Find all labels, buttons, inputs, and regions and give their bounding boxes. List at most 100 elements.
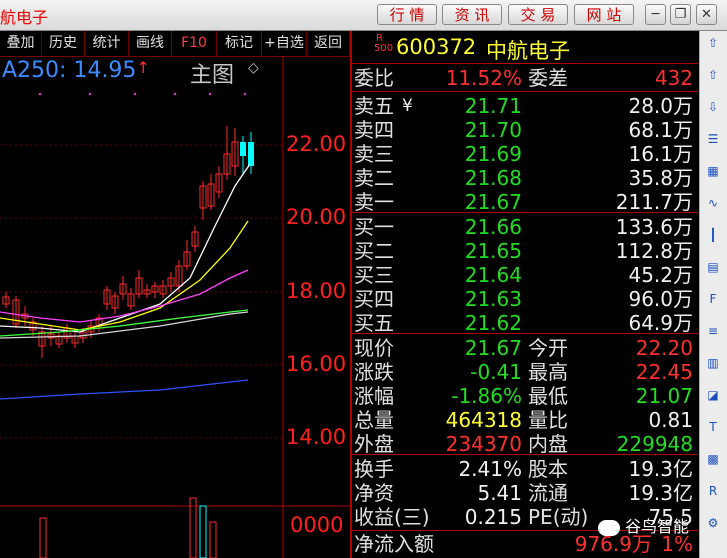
candle-icon[interactable]: ┃: [703, 226, 723, 244]
doc-icon[interactable]: ≡: [703, 322, 723, 340]
ask-level-label: 卖一: [354, 190, 394, 214]
tx-icon[interactable]: T: [703, 418, 723, 436]
restore-icon[interactable]: ❐: [670, 4, 691, 25]
rsi-icon[interactable]: R: [703, 482, 723, 500]
stat-label: 内盘: [528, 432, 568, 456]
ask-price: 21.71: [464, 94, 522, 118]
bid-volume: 96.0万: [628, 287, 693, 311]
bid-price: 21.62: [464, 311, 522, 335]
bid-price: 21.66: [464, 215, 522, 239]
stat-value: -1.86%: [451, 384, 522, 408]
trade-button[interactable]: 交 易: [508, 4, 568, 25]
divider: [350, 63, 698, 64]
stat-label: 涨跌: [354, 360, 394, 384]
stats-icon[interactable]: ▥: [703, 354, 723, 372]
y-tick-label: 18.00: [286, 279, 347, 303]
draw-line-button[interactable]: 画线: [129, 31, 172, 56]
ask-level-label: 卖四: [354, 118, 394, 142]
stat-value: 21.67: [464, 336, 522, 360]
fin-value: 19.3亿: [628, 481, 693, 505]
line-chart-icon[interactable]: ∿: [703, 194, 723, 212]
bid-volume: 64.9万: [628, 311, 693, 335]
bid-volume: 133.6万: [615, 215, 693, 239]
stat-value: 464318: [445, 408, 522, 432]
news-button[interactable]: 资 讯: [442, 4, 502, 25]
minimize-icon[interactable]: ─: [645, 4, 666, 25]
fin-value: 0.215: [464, 505, 522, 529]
mark-button[interactable]: 标记: [217, 31, 262, 56]
f10-icon[interactable]: F: [703, 290, 723, 308]
marker-dot: [38, 92, 42, 96]
bid-price: 21.65: [464, 239, 522, 263]
fin-label: 股本: [528, 457, 568, 481]
stat-value: 21.07: [635, 384, 693, 408]
list-icon[interactable]: ☰: [703, 130, 723, 148]
mosaic-icon[interactable]: ▩: [703, 450, 723, 468]
stat-label: 最低: [528, 384, 568, 408]
stock-code: 600372: [396, 35, 477, 59]
stat-label: 总量: [354, 408, 394, 432]
statistics-button[interactable]: 统计: [85, 31, 129, 56]
fin-label: 净资: [354, 481, 394, 505]
up-arrow-icon[interactable]: ⇧: [703, 66, 723, 84]
fin-label: 换手: [354, 457, 394, 481]
up-arrow-icon[interactable]: ⇧: [703, 34, 723, 52]
window-title: 航电子: [0, 8, 49, 27]
website-button[interactable]: 网 站: [574, 4, 634, 25]
bid-level-label: 买二: [354, 239, 394, 263]
table-icon[interactable]: ▤: [703, 258, 723, 276]
bid-level-label: 买一: [354, 215, 394, 239]
history-button[interactable]: 历史: [42, 31, 85, 56]
stat-value: 0.81: [648, 408, 693, 432]
weibi-value: 11.52%: [445, 66, 522, 90]
marker-dot: [243, 92, 247, 96]
fin-value: 19.3亿: [628, 457, 693, 481]
grid-icon[interactable]: ▦: [703, 162, 723, 180]
f10-button[interactable]: F10: [172, 31, 217, 56]
y-tick-label: 14.00: [286, 425, 347, 449]
ma5-line: [0, 163, 251, 333]
main-chart-title: 主图: [190, 63, 235, 88]
bid-price: 21.64: [464, 263, 522, 287]
bid-price: 21.63: [464, 287, 522, 311]
volume-bar: [39, 517, 47, 558]
overlay-button[interactable]: 叠加: [0, 31, 42, 56]
stat-label: 量比: [528, 408, 568, 432]
diamond-icon[interactable]: ◇: [248, 60, 259, 76]
divider: [350, 91, 698, 92]
bid-level-label: 买四: [354, 287, 394, 311]
back-button[interactable]: 返回: [307, 31, 350, 56]
ask-volume: 28.0万: [628, 94, 693, 118]
weicha-value: 432: [654, 66, 693, 90]
ma250-line: [0, 379, 249, 400]
ask-volume: 68.1万: [628, 118, 693, 142]
settings-icon[interactable]: ⚙: [703, 514, 723, 532]
weibi-label: 委比: [354, 66, 394, 90]
candle-body: [248, 142, 254, 166]
ask-volume: 211.7万: [615, 190, 693, 214]
stat-label: 最高: [528, 360, 568, 384]
market-button[interactable]: 行 情: [377, 4, 437, 25]
marker-dot: [208, 92, 212, 96]
bid-volume: 112.8万: [615, 239, 693, 263]
ask-level-label: 卖五: [354, 94, 394, 118]
add-watchlist-button[interactable]: +自选: [262, 31, 307, 56]
stat-value: 22.45: [635, 360, 693, 384]
r-badge: R 500: [374, 33, 394, 54]
marker-dot: [88, 92, 92, 96]
close-icon[interactable]: ✕: [696, 4, 717, 25]
marker-dot: [133, 92, 137, 96]
stat-label: 现价: [354, 336, 394, 360]
weicha-label: 委差: [528, 66, 568, 90]
volume-bar: [199, 505, 207, 558]
chart-icon[interactable]: ◪: [703, 386, 723, 404]
volume-bar: [209, 521, 217, 558]
y-tick-label: 20.00: [286, 205, 347, 229]
ask-volume: 35.8万: [628, 166, 693, 190]
stock-name: 中航电子: [486, 39, 570, 63]
fin-value: 2.41%: [458, 457, 522, 481]
fin-value: 75.5: [648, 505, 693, 529]
stat-value: 22.20: [635, 336, 693, 360]
down-arrow-icon[interactable]: ⇩: [703, 98, 723, 116]
volume-tick-label: 0000: [290, 513, 344, 537]
